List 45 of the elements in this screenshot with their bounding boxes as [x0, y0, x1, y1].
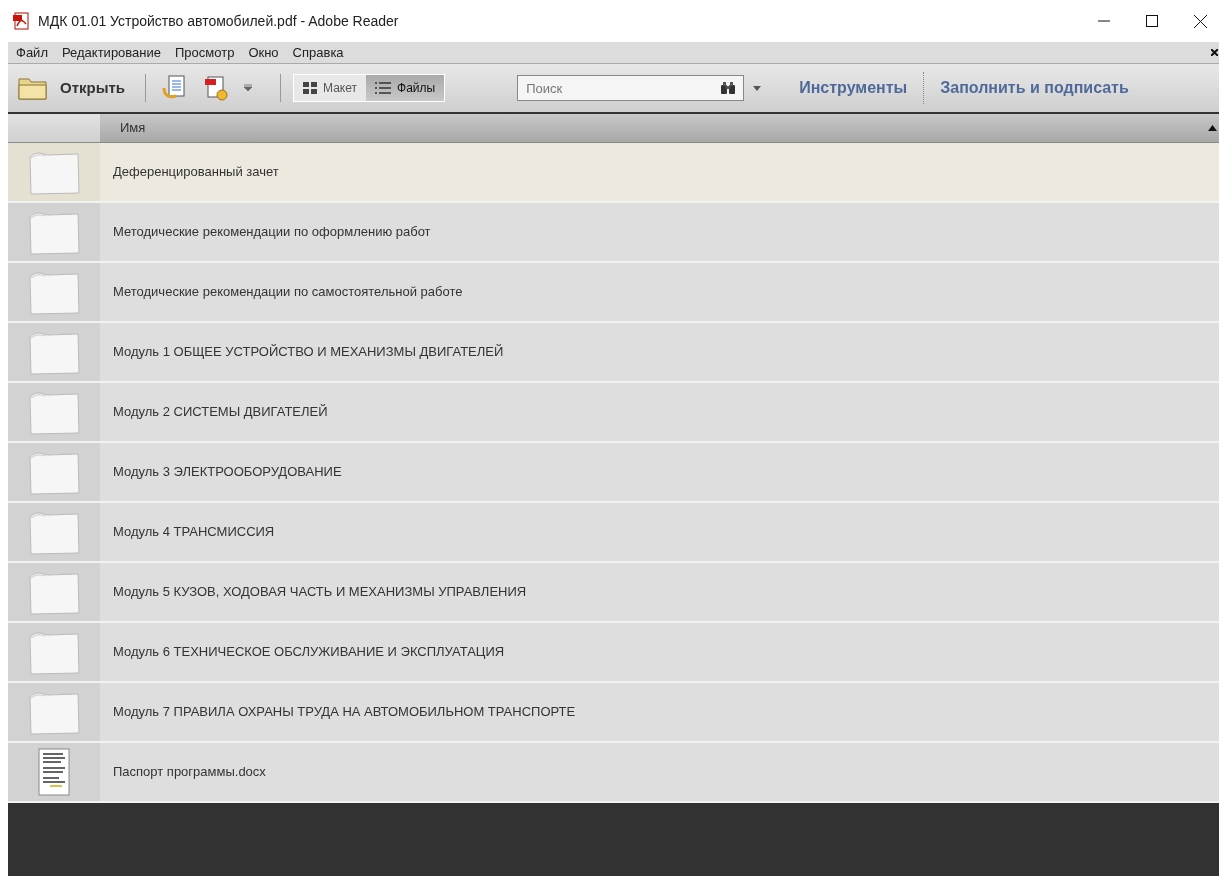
open-button[interactable]: Открыть — [8, 76, 138, 100]
binoculars-icon[interactable] — [720, 81, 737, 95]
file-list-item[interactable]: Модуль 6 ТЕХНИЧЕСКОЕ ОБСЛУЖИВАНИЕ И ЭКСПЛУАТАЦИЯ — [100, 623, 1219, 681]
folder-thumbnail-icon — [26, 509, 82, 555]
folder-thumbnail-icon — [26, 629, 82, 675]
folder-thumbnail-icon — [26, 149, 82, 195]
folder-thumbnail-icon — [26, 449, 82, 495]
folder-thumbnail-icon — [26, 389, 82, 435]
menu-item[interactable]: Справка — [292, 42, 344, 63]
file-list-item[interactable]: Модуль 4 ТРАНСМИССИЯ — [100, 503, 1219, 561]
fill-sign-link[interactable]: Заполнить и подписать — [940, 76, 1129, 100]
menu-item[interactable]: Окно — [248, 42, 279, 63]
file-list-item[interactable]: Модуль 5 КУЗОВ, ХОДОВАЯ ЧАСТЬ И МЕХАНИЗМЫ УПРАВЛЕНИЯ — [100, 563, 1219, 621]
tools-link[interactable]: Инструменты — [799, 76, 908, 100]
close-icon[interactable] — [1194, 14, 1207, 28]
folder-thumbnail-icon — [26, 329, 82, 375]
document-thumbnail-icon — [38, 748, 70, 796]
menu-item[interactable]: Редактирование — [61, 42, 161, 63]
maximize-icon[interactable] — [1146, 15, 1158, 27]
file-list-item[interactable]: Модуль 2 СИСТЕМЫ ДВИГАТЕЛЕЙ — [100, 383, 1219, 441]
file-list-item[interactable]: Паспорт программы.docx — [100, 743, 1219, 801]
pdf-file-icon — [12, 12, 32, 30]
dropdown-caret-icon[interactable] — [753, 85, 762, 91]
file-list-item[interactable]: Модуль 1 ОБЩЕЕ УСТРОЙСТВО И МЕХАНИЗМЫ ДВИГАТЕЛЕЙ — [100, 323, 1219, 381]
folder-icon — [18, 76, 48, 100]
view-tab[interactable]: Файлы — [366, 75, 445, 101]
file-list-item[interactable]: Модуль 7 ПРАВИЛА ОХРАНЫ ТРУДА НА АВТОМОБИЛЬНОМ ТРАНСПОРТЕ — [100, 683, 1219, 741]
file-list-item[interactable]: Деференцированный зачет — [100, 143, 1219, 201]
close-icon[interactable] — [1211, 49, 1218, 56]
file-list-item[interactable]: Методические рекомендации по самостоятельной работе — [100, 263, 1219, 321]
folder-thumbnail-icon — [26, 269, 82, 315]
folder-thumbnail-icon — [26, 209, 82, 255]
folder-thumbnail-icon — [26, 569, 82, 615]
file-list-item[interactable]: Методические рекомендации по оформлению работ — [100, 203, 1219, 261]
menu-item[interactable]: Файл — [16, 42, 48, 63]
folder-thumbnail-icon — [26, 689, 82, 735]
search-field[interactable]: Поиск — [517, 75, 745, 101]
column-header[interactable]: Имя — [100, 114, 1208, 142]
menu-item[interactable]: Просмотр — [175, 42, 235, 63]
list-icon — [375, 82, 392, 94]
file-list-item[interactable]: Модуль 3 ЭЛЕКТРООБОРУДОВАНИЕ — [100, 443, 1219, 501]
grid-icon — [303, 82, 318, 94]
window-title: МДК 01.01 Устройство автомобилей.pdf - Adobe Reader — [38, 11, 399, 31]
sort-ascending-icon[interactable] — [1208, 125, 1217, 131]
dropdown-caret-icon[interactable] — [244, 84, 253, 92]
